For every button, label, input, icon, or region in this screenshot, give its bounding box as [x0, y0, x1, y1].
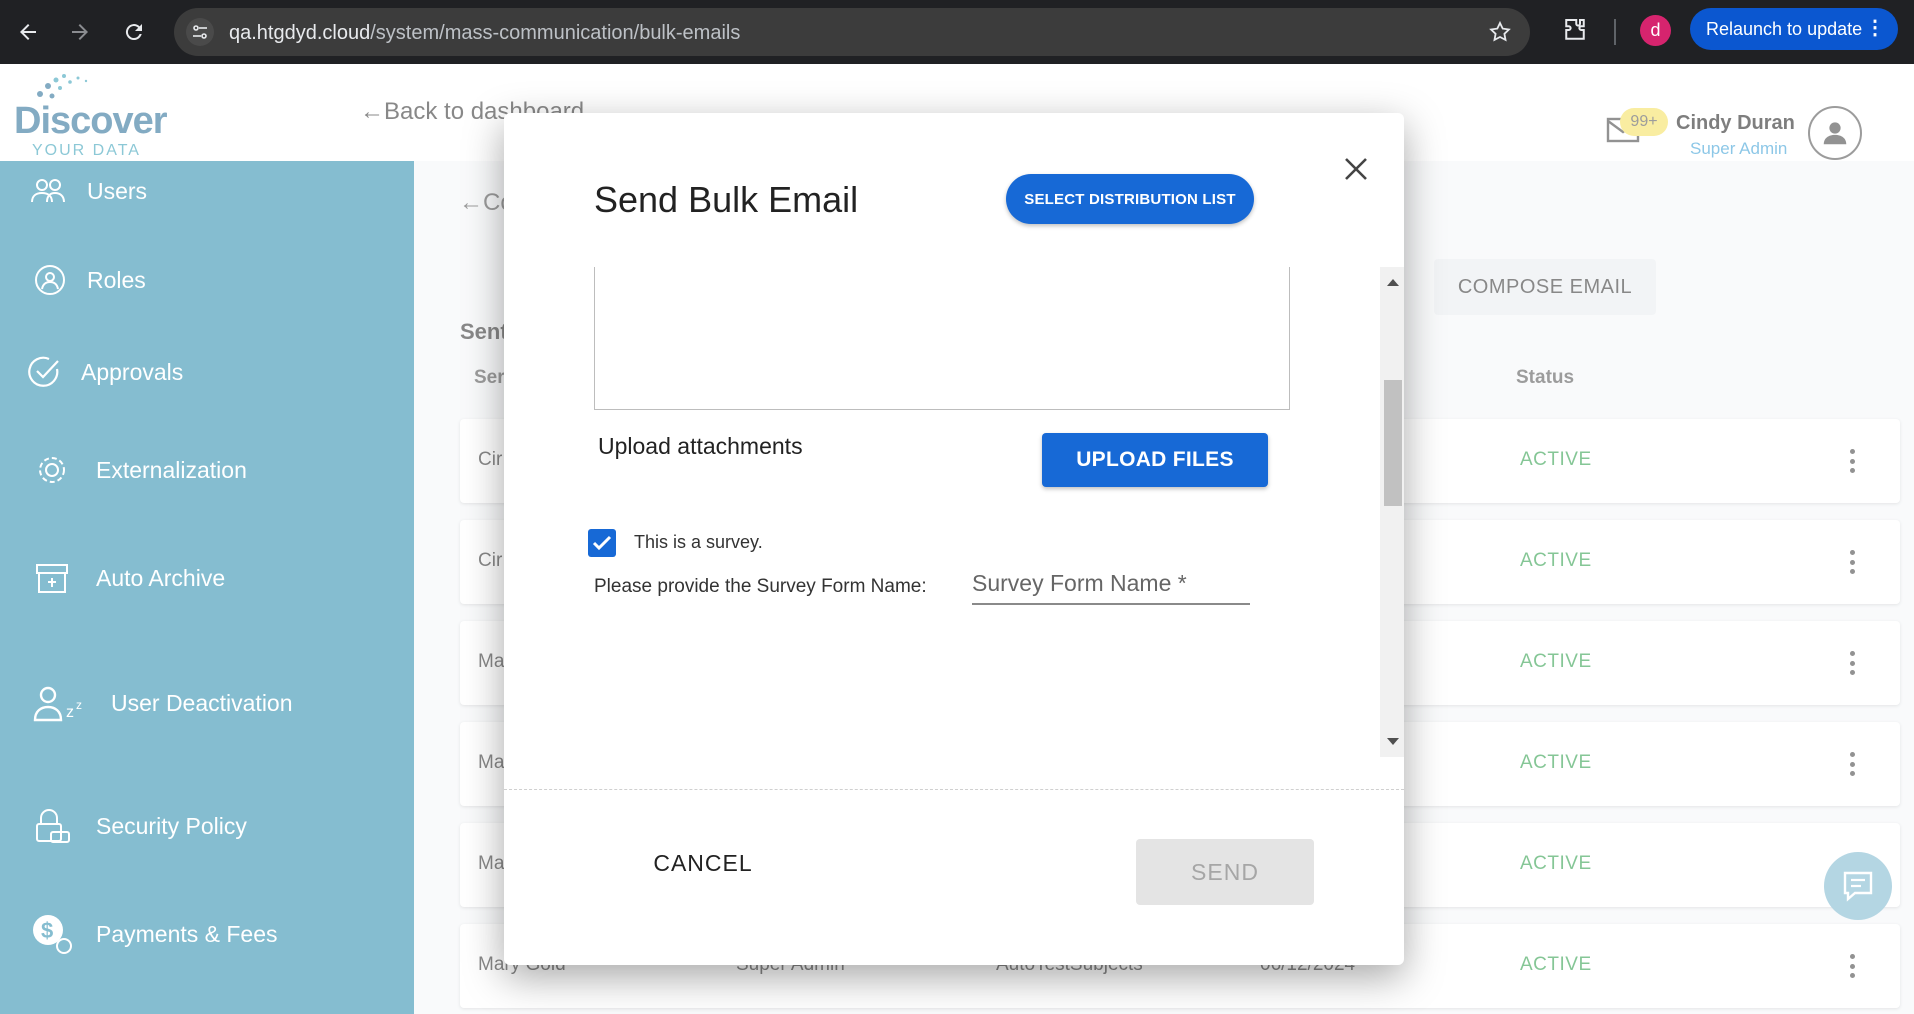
- survey-form-name-label: Please provide the Survey Form Name:: [594, 576, 927, 597]
- profile-avatar[interactable]: d: [1640, 15, 1671, 46]
- toolbar-divider: [1614, 19, 1616, 45]
- more-vert-icon[interactable]: ⋮: [1865, 18, 1885, 38]
- survey-form-name-input[interactable]: [972, 563, 1250, 605]
- checkmark-icon: [592, 535, 612, 551]
- address-bar[interactable]: qa.htgdyd.cloud/system/mass-communicatio…: [174, 8, 1530, 56]
- reload-icon[interactable]: [116, 14, 152, 50]
- dialog-scroll-area[interactable]: Upload attachments UPLOAD FILES This is …: [504, 267, 1384, 757]
- browser-toolbar: qa.htgdyd.cloud/system/mass-communicatio…: [0, 0, 1914, 64]
- close-icon[interactable]: [1336, 149, 1376, 189]
- url-host: qa.htgdyd.cloud: [229, 22, 371, 44]
- cancel-button[interactable]: CANCEL: [630, 837, 776, 889]
- forward-arrow-icon[interactable]: [62, 14, 98, 50]
- select-distribution-list-button[interactable]: SELECT DISTRIBUTION LIST: [1006, 174, 1254, 224]
- send-button[interactable]: SEND: [1136, 839, 1314, 905]
- email-body-editor[interactable]: [594, 267, 1290, 410]
- upload-files-button[interactable]: UPLOAD FILES: [1042, 433, 1268, 487]
- extensions-puzzle-icon[interactable]: [1560, 15, 1590, 50]
- url-path: /system/mass-communication/bulk-emails: [370, 22, 741, 44]
- bookmark-star-icon[interactable]: [1488, 20, 1512, 49]
- dialog-scrollbar[interactable]: [1380, 267, 1404, 757]
- survey-checkbox-label[interactable]: This is a survey.: [634, 532, 763, 553]
- survey-checkbox[interactable]: [588, 529, 616, 557]
- relaunch-button[interactable]: Relaunch to update ⋮: [1690, 8, 1898, 50]
- send-bulk-email-dialog: Send Bulk Email SELECT DISTRIBUTION LIST…: [504, 113, 1404, 965]
- scroll-down-arrow-icon[interactable]: [1387, 738, 1399, 745]
- url-text: qa.htgdyd.cloud/system/mass-communicatio…: [229, 22, 740, 45]
- upload-attachments-label: Upload attachments: [598, 433, 803, 459]
- relaunch-label: Relaunch to update: [1706, 18, 1863, 39]
- scrollbar-thumb[interactable]: [1384, 380, 1402, 506]
- dialog-footer-divider: [504, 789, 1404, 790]
- dialog-title: Send Bulk Email: [594, 179, 859, 220]
- back-arrow-icon[interactable]: [10, 14, 46, 50]
- site-info-icon[interactable]: [186, 18, 214, 46]
- scroll-up-arrow-icon[interactable]: [1387, 279, 1399, 286]
